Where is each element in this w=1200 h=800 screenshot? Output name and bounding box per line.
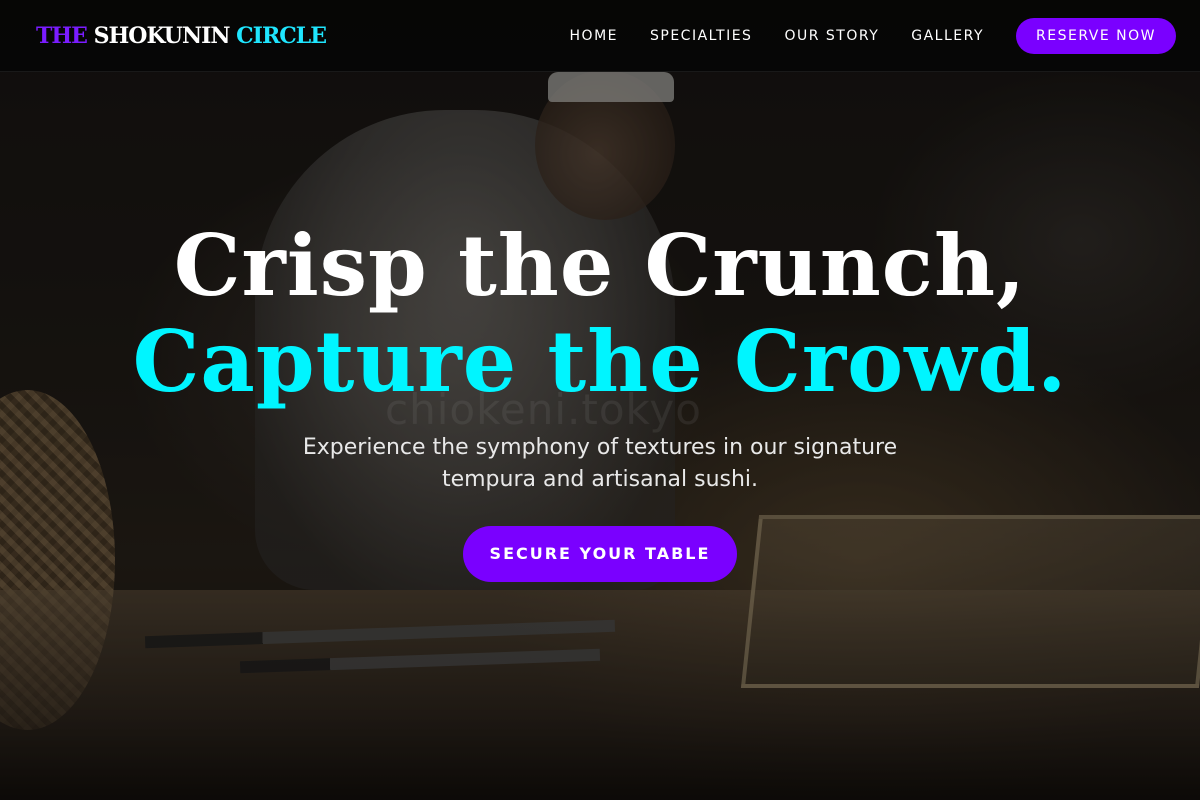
nav-link-specialties[interactable]: SPECIALTIES	[650, 28, 752, 44]
logo-word-shokunin: SHOKUNIN	[93, 22, 231, 49]
secure-table-button[interactable]: SECURE YOUR TABLE	[463, 526, 737, 582]
hero-subtitle: Experience the symphony of textures in o…	[302, 435, 898, 492]
logo-word-circle: CIRCLE	[236, 22, 327, 49]
headline-line-2: Capture the Crowd.	[132, 312, 1068, 411]
nav-links: HOME SPECIALTIES OUR STORY GALLERY RESER…	[570, 17, 1176, 54]
site-logo[interactable]: THE SHOKUNIN CIRCLE	[36, 22, 327, 49]
headline-line-1: Crisp the Crunch,	[173, 216, 1027, 315]
hero-content: Crisp the Crunch, Capture the Crowd. Exp…	[0, 218, 1200, 582]
reserve-now-button[interactable]: RESERVE NOW	[1016, 17, 1176, 54]
nav-link-our-story[interactable]: OUR STORY	[784, 28, 879, 44]
logo-word-the: THE	[36, 22, 88, 49]
top-navbar: THE SHOKUNIN CIRCLE HOME SPECIALTIES OUR…	[0, 0, 1200, 72]
hero-headline: Crisp the Crunch, Capture the Crowd.	[0, 218, 1200, 410]
nav-link-gallery[interactable]: GALLERY	[911, 28, 984, 44]
nav-link-home[interactable]: HOME	[570, 28, 618, 44]
